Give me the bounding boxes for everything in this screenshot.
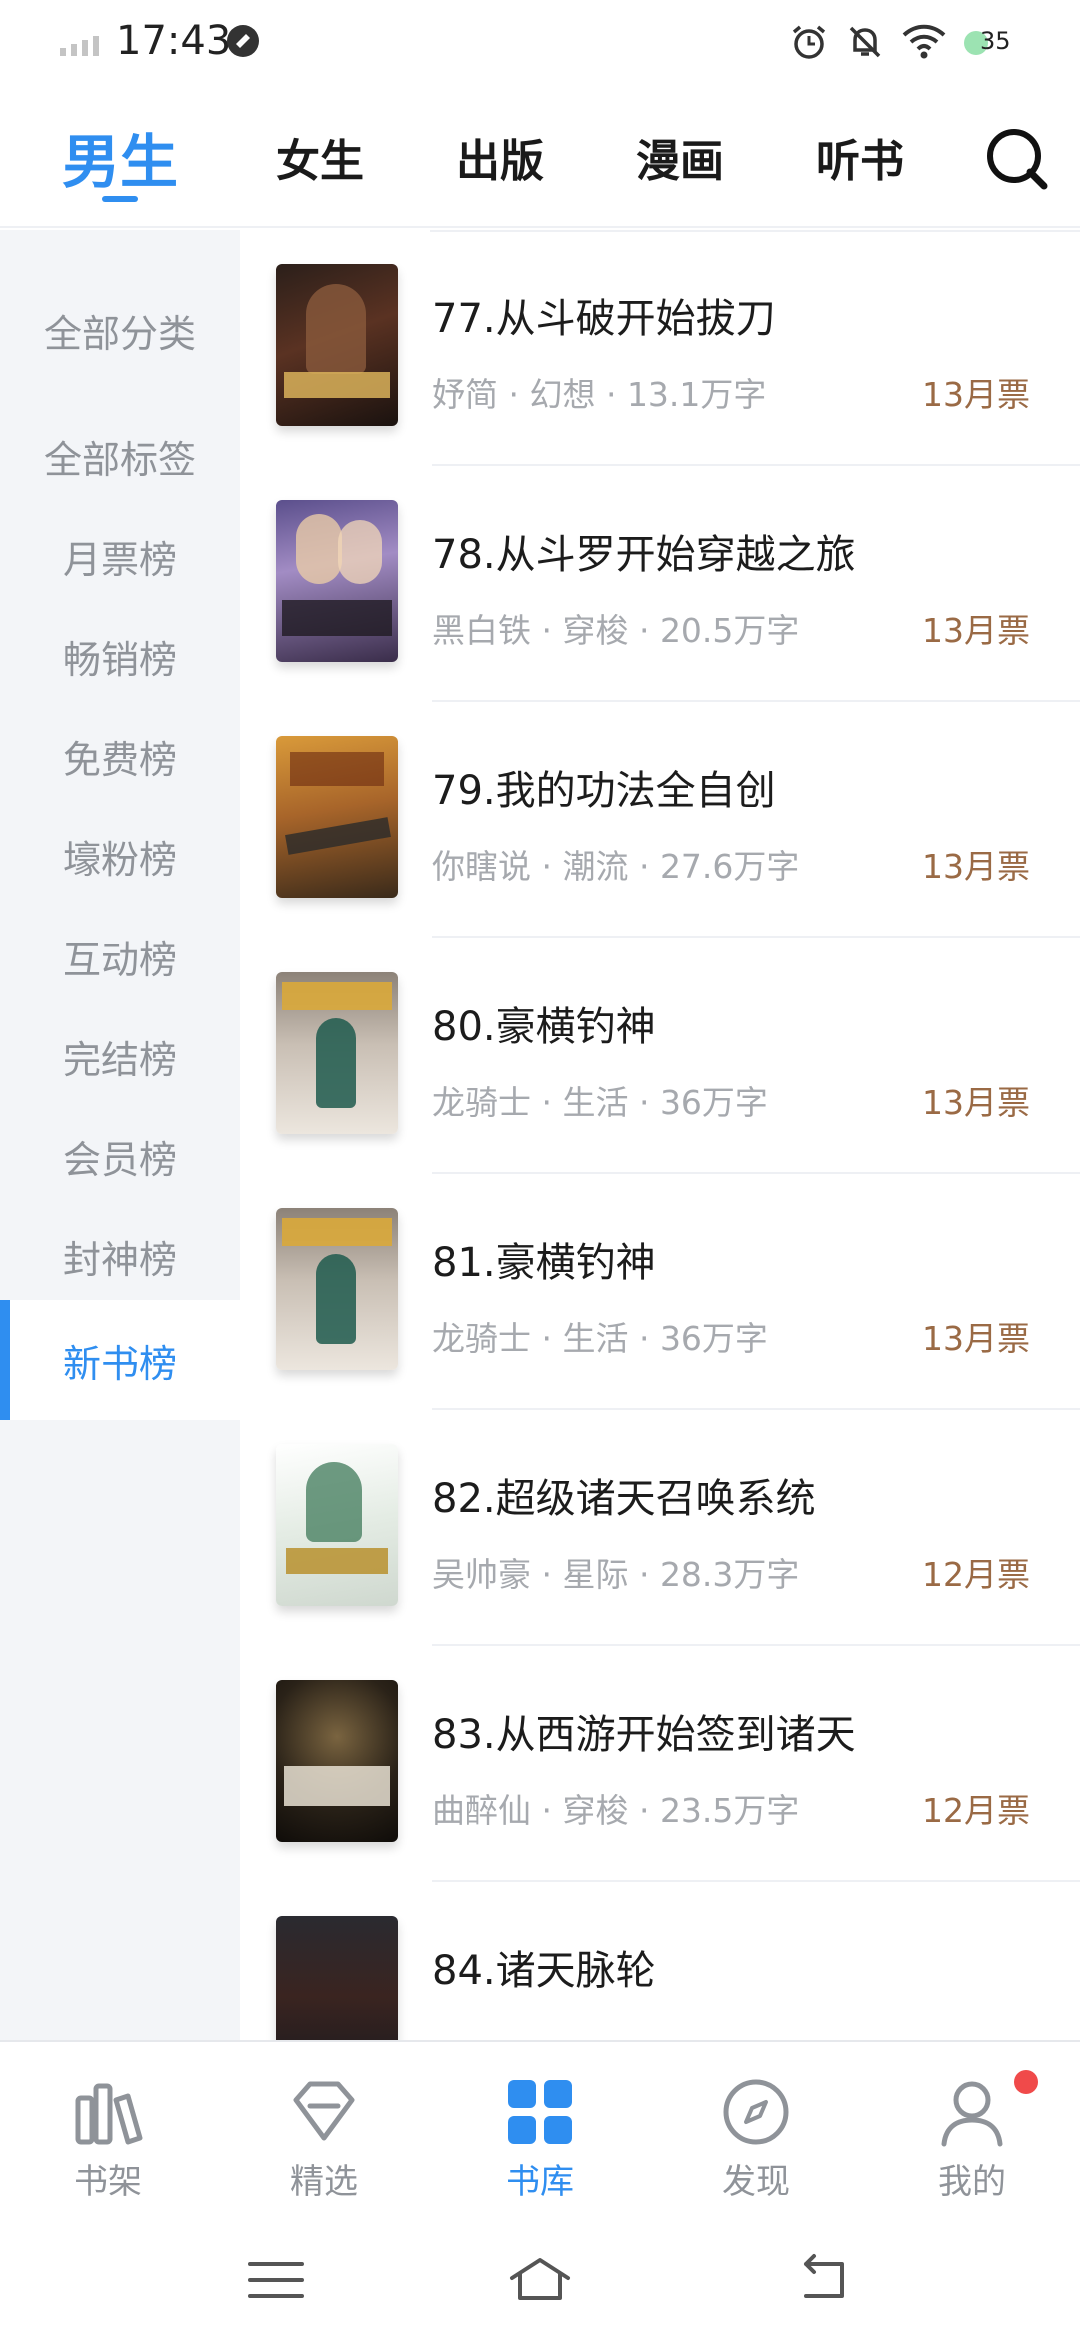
book-list-item[interactable]: 82.超级诸天召唤系统 吴帅豪 · 星际 · 28.3万字 12月票 [240, 1410, 1080, 1646]
battery-indicator: 35 [964, 25, 1024, 59]
notification-badge [1014, 2070, 1038, 2094]
mute-bell-icon [849, 26, 881, 58]
status-time: 17:43 [116, 18, 232, 64]
book-title: 83.从西游开始签到诸天 [432, 1712, 856, 1758]
book-cover [276, 1680, 398, 1842]
nav-featured[interactable]: 精选 [216, 2042, 432, 2222]
sidebar-item-label: 畅销榜 [62, 637, 177, 682]
book-meta: 你瞎说 · 潮流 · 27.6万字 [432, 847, 800, 886]
book-meta: 黑白铁 · 穿梭 · 20.5万字 [432, 611, 800, 650]
book-title: 82.超级诸天召唤系统 [432, 1476, 816, 1522]
nav-label: 书架 [74, 2162, 142, 2202]
book-monthly-votes: 13月票 [922, 375, 1030, 414]
sidebar-item-label: 全部分类 [43, 311, 196, 356]
tab-female[interactable]: 女生 [240, 86, 400, 228]
nav-discover[interactable]: 发现 [648, 2042, 864, 2222]
book-cover [276, 736, 398, 898]
tab-male[interactable]: 男生 [40, 86, 200, 228]
sidebar-item-label: 壕粉榜 [62, 837, 177, 882]
tab-label: 男生 [61, 128, 178, 196]
nav-bookshelf[interactable]: 书架 [0, 2042, 216, 2222]
sidebar-item-label: 互动榜 [62, 937, 177, 982]
book-title: 84.诸天脉轮 [432, 1948, 656, 1994]
diamond-icon [293, 2081, 355, 2141]
book-cover [276, 972, 398, 1134]
book-monthly-votes: 12月票 [922, 1555, 1030, 1594]
tab-label: 听书 [816, 136, 904, 187]
sidebar-item-label: 会员榜 [62, 1137, 177, 1182]
nav-library[interactable]: 书库 [432, 2042, 648, 2222]
book-monthly-votes: 12月票 [922, 1791, 1030, 1830]
book-meta: 吴帅豪 · 星际 · 28.3万字 [432, 1555, 800, 1594]
search-icon[interactable] [984, 126, 1048, 190]
grid-icon [508, 2080, 572, 2144]
sidebar-item-all-categories[interactable]: 全部分类 [0, 270, 240, 390]
book-monthly-votes: 13月票 [922, 1083, 1030, 1122]
book-cover [276, 1916, 398, 2040]
book-list-item[interactable]: 80.豪横钓神 龙骑士 · 生活 · 36万字 13月票 [240, 938, 1080, 1174]
vpn-icon [227, 25, 259, 57]
battery-level: 35 [980, 27, 1011, 55]
book-meta: 龙骑士 · 生活 · 36万字 [432, 1319, 768, 1358]
book-meta: 曲醉仙 · 穿梭 · 23.5万字 [432, 1791, 800, 1830]
tab-label: 女生 [276, 136, 364, 187]
book-list: 77.从斗破开始拔刀 妤简 · 幻想 · 13.1万字 13月票 78.从斗罗开… [240, 230, 1080, 2040]
book-list-item[interactable]: 77.从斗破开始拔刀 妤简 · 幻想 · 13.1万字 13月票 [240, 230, 1080, 466]
book-title: 79.我的功法全自创 [432, 768, 776, 814]
book-list-item[interactable]: 78.从斗罗开始穿越之旅 黑白铁 · 穿梭 · 20.5万字 13月票 [240, 466, 1080, 702]
tab-label: 漫画 [636, 136, 724, 187]
user-icon [941, 2081, 1003, 2147]
back-icon[interactable] [792, 2250, 856, 2310]
sidebar-item-label: 全部标签 [43, 437, 196, 482]
tab-audiobooks[interactable]: 听书 [780, 86, 940, 228]
status-bar: 17:43 35 [0, 0, 1080, 86]
home-icon[interactable] [508, 2250, 572, 2310]
nav-profile[interactable]: 我的 [864, 2042, 1080, 2222]
nav-label: 书库 [506, 2162, 574, 2202]
book-cover [276, 1444, 398, 1606]
sidebar-item-label: 免费榜 [62, 737, 177, 782]
sidebar-item-label: 完结榜 [62, 1037, 177, 1082]
sidebar-item-label: 月票榜 [62, 537, 177, 582]
book-list-item[interactable]: 83.从西游开始签到诸天 曲醉仙 · 穿梭 · 23.5万字 12月票 [240, 1646, 1080, 1882]
book-meta: 龙骑士 · 生活 · 36万字 [432, 1083, 768, 1122]
category-tabs: 男生 女生 出版 漫画 听书 [0, 86, 1080, 228]
book-meta: 妤简 · 幻想 · 13.1万字 [432, 375, 767, 414]
sidebar-item-label: 封神榜 [62, 1237, 177, 1282]
book-monthly-votes: 13月票 [922, 1319, 1030, 1358]
bookshelf-icon [75, 2083, 143, 2145]
book-cover [276, 264, 398, 426]
book-list-item[interactable]: 81.豪横钓神 龙骑士 · 生活 · 36万字 13月票 [240, 1174, 1080, 1410]
book-cover [276, 1208, 398, 1370]
wifi-icon [902, 24, 946, 59]
book-title: 77.从斗破开始拔刀 [432, 296, 776, 342]
alarm-icon [792, 25, 826, 59]
book-list-item[interactable]: 84.诸天脉轮 [240, 1882, 1080, 2040]
ranking-sidebar: 全部分类 全部标签 月票榜 畅销榜 免费榜 壕粉榜 互动榜 完结榜 会员榜 封神… [0, 230, 240, 2040]
book-monthly-votes: 13月票 [922, 611, 1030, 650]
tab-comics[interactable]: 漫画 [600, 86, 760, 228]
book-cover [276, 500, 398, 662]
tab-label: 出版 [456, 136, 544, 187]
nav-label: 发现 [722, 2162, 790, 2202]
book-list-item[interactable]: 79.我的功法全自创 你瞎说 · 潮流 · 27.6万字 13月票 [240, 702, 1080, 938]
book-title: 80.豪横钓神 [432, 1004, 656, 1050]
sidebar-item-hall-of-fame[interactable]: 封神榜 [0, 1196, 240, 1316]
bottom-navigation: 书架 精选 书库 发现 我的 [0, 2040, 1080, 2220]
signal-icon [60, 36, 99, 56]
book-title: 81.豪横钓神 [432, 1240, 656, 1286]
book-title: 78.从斗罗开始穿越之旅 [432, 532, 856, 578]
nav-label: 精选 [290, 2162, 358, 2202]
nav-label: 我的 [938, 2162, 1006, 2202]
sidebar-item-label: 新书榜 [62, 1341, 177, 1386]
sidebar-item-new-books[interactable]: 新书榜 [0, 1300, 240, 1420]
book-monthly-votes: 13月票 [922, 847, 1030, 886]
tab-active-indicator [102, 196, 138, 202]
menu-icon[interactable] [244, 2250, 308, 2310]
tab-publishing[interactable]: 出版 [420, 86, 580, 228]
compass-icon [723, 2079, 789, 2145]
system-navigation-bar [0, 2220, 1080, 2340]
